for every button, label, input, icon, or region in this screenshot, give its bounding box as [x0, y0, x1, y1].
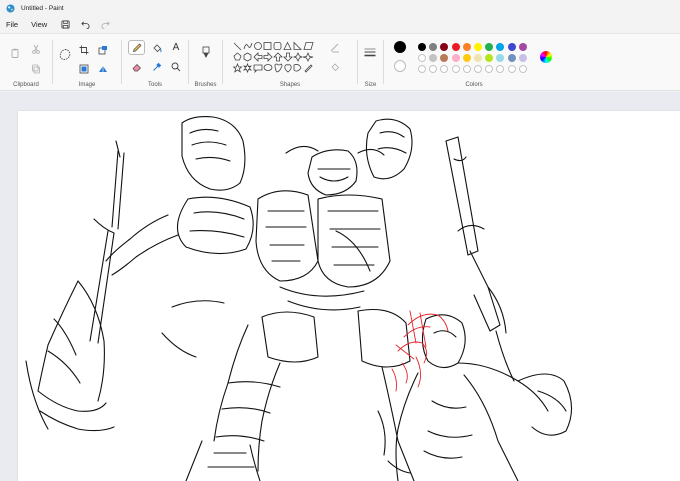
drawing-canvas[interactable] — [18, 111, 680, 481]
menu-bar: File View — [0, 16, 680, 32]
color-swatch[interactable] — [474, 43, 482, 51]
custom-color-slot[interactable] — [507, 65, 516, 73]
color-swatch[interactable] — [451, 54, 460, 62]
select-all-icon[interactable] — [79, 64, 89, 74]
color-swatch[interactable] — [451, 43, 460, 51]
tools-label: Tools — [147, 82, 162, 88]
line-art-drawing — [25, 116, 573, 481]
eraser-icon[interactable] — [132, 62, 142, 72]
save-icon[interactable] — [60, 19, 70, 29]
text-tool-icon[interactable]: A — [171, 42, 181, 53]
redo-icon[interactable] — [100, 19, 110, 29]
custom-color-slot[interactable] — [451, 65, 460, 73]
magnifier-icon[interactable] — [171, 62, 181, 72]
pencil-icon[interactable] — [132, 43, 142, 53]
menu-view[interactable]: View — [31, 20, 47, 29]
selection-icon[interactable] — [58, 48, 72, 62]
color-swatch[interactable] — [462, 43, 471, 51]
color-swatch[interactable] — [518, 54, 527, 62]
clipboard-label: Clipboard — [13, 82, 39, 88]
image-group: Image — [53, 34, 121, 92]
color-swatch[interactable] — [474, 54, 482, 62]
cut-icon[interactable] — [31, 44, 41, 54]
color-swatch[interactable] — [462, 54, 471, 62]
shapes-label: Shapes — [279, 82, 301, 88]
custom-color-slot[interactable] — [474, 65, 482, 73]
shape-outline-icon[interactable] — [330, 43, 340, 53]
workspace — [0, 92, 680, 481]
undo-icon[interactable] — [80, 19, 90, 29]
ribbon: Clipboard Image Tools A Brushes Shapes S… — [0, 33, 680, 91]
title-bar: Untitled - Paint — [0, 0, 680, 16]
color-swatch[interactable] — [507, 54, 516, 62]
window-title: Untitled - Paint — [21, 4, 64, 12]
copy-icon[interactable] — [31, 64, 41, 74]
colors-group: Colors — [384, 34, 564, 92]
paint-app-icon — [6, 3, 15, 13]
color-swatch[interactable] — [418, 43, 426, 51]
custom-color-slot[interactable] — [518, 65, 527, 73]
brushes-label: Brushes — [194, 82, 217, 88]
paste-icon[interactable] — [10, 48, 20, 58]
shape-fill-icon[interactable] — [330, 62, 340, 72]
color-picker-icon[interactable] — [152, 62, 162, 72]
brushes-group: Brushes — [189, 34, 222, 92]
rotate-icon[interactable] — [98, 64, 108, 74]
menu-file[interactable]: File — [6, 20, 18, 29]
image-label: Image — [78, 82, 96, 88]
color-swatch[interactable] — [518, 43, 527, 51]
secondary-color-swatch[interactable] — [394, 60, 406, 72]
color-swatch[interactable] — [507, 43, 516, 51]
fill-icon[interactable] — [152, 43, 162, 53]
stroke-size-icon[interactable] — [364, 47, 376, 59]
resize-icon[interactable] — [98, 45, 108, 55]
edit-colors-icon[interactable] — [540, 51, 552, 63]
size-label: Size — [364, 82, 377, 88]
custom-color-slot[interactable] — [462, 65, 471, 73]
clipboard-group: Clipboard — [0, 34, 52, 92]
crop-icon[interactable] — [79, 45, 89, 55]
custom-color-slot[interactable] — [418, 65, 426, 73]
primary-color-swatch[interactable] — [394, 41, 406, 53]
colors-label: Colors — [465, 82, 483, 88]
color-swatch[interactable] — [418, 54, 426, 62]
shapes-gallery[interactable] — [233, 41, 323, 75]
brush-icon[interactable] — [200, 46, 212, 60]
size-group: Size — [358, 34, 383, 92]
